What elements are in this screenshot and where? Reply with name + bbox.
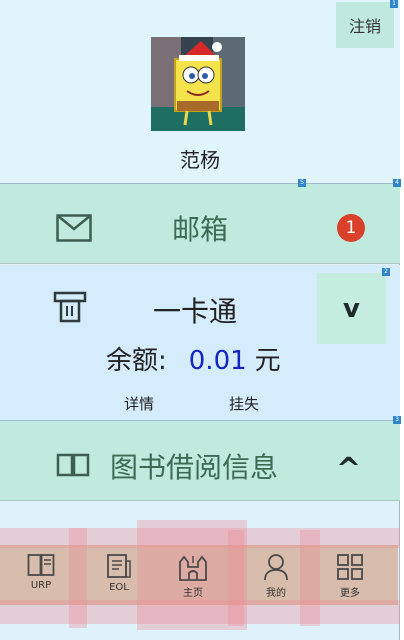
details-link[interactable]: 详情 — [124, 393, 154, 414]
book-open-icon — [27, 554, 55, 576]
username: 范杨 — [180, 148, 220, 172]
nav-label: 我的 — [266, 588, 286, 599]
nav-label: 更多 — [340, 588, 360, 599]
nav-label: EOL — [109, 582, 129, 593]
book-open-icon — [56, 452, 90, 482]
nav-label: URP — [30, 580, 52, 591]
castle-icon — [179, 555, 207, 581]
debug-marker: 3 — [393, 416, 401, 424]
debug-marker: 2 — [382, 268, 390, 276]
card-expand-toggle[interactable]: v — [317, 273, 386, 344]
debug-marker: 1 — [390, 0, 398, 8]
document-icon — [107, 554, 131, 578]
nav-mine[interactable]: 我的 — [246, 548, 306, 604]
logout-button[interactable]: 注销 — [336, 2, 394, 48]
balance-value: 0.01 — [188, 346, 247, 376]
chevron-up-icon[interactable]: ^ — [336, 452, 361, 487]
balance-line: 余额: 0.01 元 — [106, 340, 326, 380]
debug-marker: 5 — [298, 179, 306, 187]
nav-home[interactable]: 主页 — [163, 548, 223, 604]
grid-icon — [337, 554, 363, 580]
app-screen: 注销 1 范杨 5 4 邮箱 1 一卡通 v 2 余额: 0.01 元 详情 挂… — [0, 0, 401, 640]
nav-eol[interactable]: EOL — [89, 548, 149, 604]
chevron-up-glyph: ^ — [336, 452, 362, 487]
nav-more[interactable]: 更多 — [320, 548, 380, 604]
nav-label: 主页 — [183, 588, 203, 599]
avatar — [151, 37, 245, 131]
library-label: 图书借阅信息 — [110, 451, 279, 484]
balance-label: 余额: — [106, 346, 167, 376]
balance-unit: 元 — [254, 346, 281, 376]
chevron-down-icon: v — [343, 293, 360, 324]
debug-marker: 4 — [393, 179, 401, 187]
nav-urp[interactable]: URP — [11, 548, 71, 604]
person-icon — [264, 554, 288, 581]
unread-badge: 1 — [337, 214, 365, 242]
report-loss-link[interactable]: 挂失 — [229, 393, 259, 414]
